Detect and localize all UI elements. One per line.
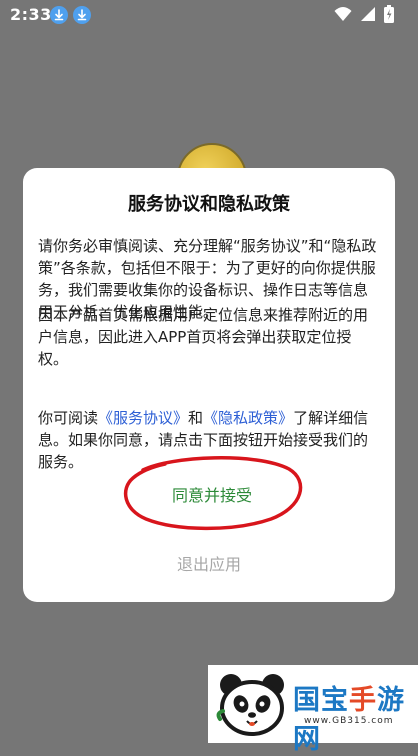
status-bar: 2:33 (0, 0, 418, 30)
service-agreement-link[interactable]: 《服务协议》 (98, 409, 188, 427)
battery-icon (384, 5, 394, 23)
cellular-signal-icon (361, 7, 375, 21)
privacy-dialog: 服务协议和隐私政策 请你务必审慎阅读、充分理解“服务协议”和“隐私政策”各条款，… (23, 168, 395, 602)
agree-button[interactable]: 同意并接受 (127, 460, 297, 528)
status-time: 2:33 (10, 5, 52, 24)
panda-logo (216, 674, 284, 736)
wifi-icon (334, 7, 352, 21)
dialog-paragraph-2: 因本产品首页需根据用户定位信息来推荐附近的用户信息，因此进入APP首页将会弹出获… (38, 306, 369, 368)
privacy-policy-link[interactable]: 《隐私政策》 (203, 409, 293, 427)
download-icon (50, 6, 68, 24)
site-name-part-1: 国宝 (293, 685, 349, 716)
paragraph-3-connector: 和 (188, 409, 204, 427)
site-url: www.GB315.com (304, 716, 394, 726)
exit-app-button[interactable]: 退出应用 (23, 551, 395, 575)
dialog-title: 服务协议和隐私政策 (128, 194, 290, 215)
site-name-part-2: 手 (349, 685, 377, 716)
download-icon (73, 6, 91, 24)
paragraph-3-prefix: 你可阅读 (38, 409, 99, 427)
site-watermark: 国宝手游网 www.GB315.com (208, 665, 418, 755)
